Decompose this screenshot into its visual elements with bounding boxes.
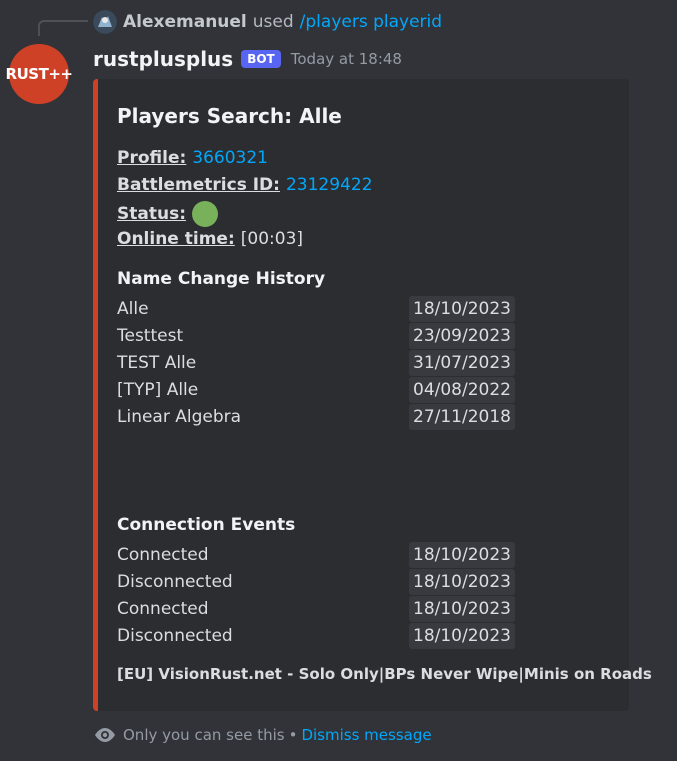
event-type: Disconnected — [117, 626, 233, 646]
embed-footer-server: [EU] VisionRust.net - Solo Only|BPs Neve… — [117, 665, 652, 683]
players-embed: Players Search: Alle Profile: 3660321 Ba… — [93, 79, 652, 711]
reply-connector — [38, 20, 88, 36]
profile-field: Profile: 3660321 — [117, 148, 268, 168]
status-field: Status: — [117, 201, 218, 227]
message-header: rustplusplus BOT Today at 18:48 — [93, 45, 402, 73]
history-name: TEST Alle — [117, 353, 197, 373]
connection-event-row: Connected 18/10/2023 — [117, 542, 537, 569]
history-name: Testtest — [117, 326, 184, 346]
ephemeral-notice: Only you can see this • Dismiss message — [93, 724, 432, 746]
event-type: Connected — [117, 599, 209, 619]
battlemetrics-link[interactable]: 23129422 — [286, 175, 373, 195]
ephemeral-separator: • — [288, 726, 298, 744]
event-type: Disconnected — [117, 572, 233, 592]
user-avatar-icon — [93, 10, 117, 34]
name-history-row: Linear Algebra 27/11/2018 — [117, 404, 537, 431]
embed-title: Players Search: Alle — [117, 104, 342, 128]
battlemetrics-label: Battlemetrics ID: — [117, 175, 280, 195]
online-time-field: Online time: [00:03] — [117, 229, 303, 249]
history-name: Alle — [117, 299, 149, 319]
battlemetrics-field: Battlemetrics ID: 23129422 — [117, 175, 373, 195]
bot-avatar[interactable]: RUST++ — [6, 44, 73, 104]
name-history-row: [TYP] Alle 04/08/2022 — [117, 377, 537, 404]
history-date: 23/09/2023 — [409, 323, 515, 349]
online-time-value: [00:03] — [240, 229, 304, 249]
history-name: [TYP] Alle — [117, 380, 199, 400]
history-date: 31/07/2023 — [409, 350, 515, 376]
online-time-label: Online time: — [117, 229, 235, 249]
reply-command-link[interactable]: /players playerid — [300, 12, 442, 32]
history-date: 04/08/2022 — [409, 377, 515, 403]
connection-events-title: Connection Events — [117, 515, 296, 535]
history-date: 18/10/2023 — [409, 296, 515, 322]
event-date: 18/10/2023 — [409, 623, 515, 649]
profile-label: Profile: — [117, 148, 187, 168]
history-name: Linear Algebra — [117, 407, 242, 427]
event-type: Connected — [117, 545, 209, 565]
status-label: Status: — [117, 204, 186, 224]
name-history-title: Name Change History — [117, 269, 326, 289]
green-circle-icon — [192, 201, 218, 227]
event-date: 18/10/2023 — [409, 569, 515, 595]
bot-avatar-text: RUST++ — [5, 65, 73, 83]
dismiss-message-link[interactable]: Dismiss message — [301, 726, 431, 744]
name-history-row: Testtest 23/09/2023 — [117, 323, 537, 350]
bot-tag-badge: BOT — [241, 50, 281, 68]
reply-username[interactable]: Alexemanuel — [123, 12, 247, 32]
event-date: 18/10/2023 — [409, 542, 515, 568]
connection-event-row: Connected 18/10/2023 — [117, 596, 537, 623]
history-date: 27/11/2018 — [409, 404, 515, 430]
profile-link[interactable]: 3660321 — [192, 148, 268, 168]
eye-icon — [95, 728, 115, 742]
reply-action-text: used — [252, 12, 294, 32]
bot-username[interactable]: rustplusplus — [93, 47, 233, 71]
event-date: 18/10/2023 — [409, 596, 515, 622]
connection-event-row: Disconnected 18/10/2023 — [117, 569, 537, 596]
ephemeral-text: Only you can see this — [123, 726, 285, 744]
connection-event-row: Disconnected 18/10/2023 — [117, 623, 537, 650]
name-history-row: Alle 18/10/2023 — [117, 296, 537, 323]
message-timestamp: Today at 18:48 — [290, 50, 402, 68]
reply-reference[interactable]: Alexemanuel used /players playerid — [93, 10, 442, 34]
reply-avatar[interactable] — [93, 10, 117, 34]
name-history-row: TEST Alle 31/07/2023 — [117, 350, 537, 377]
